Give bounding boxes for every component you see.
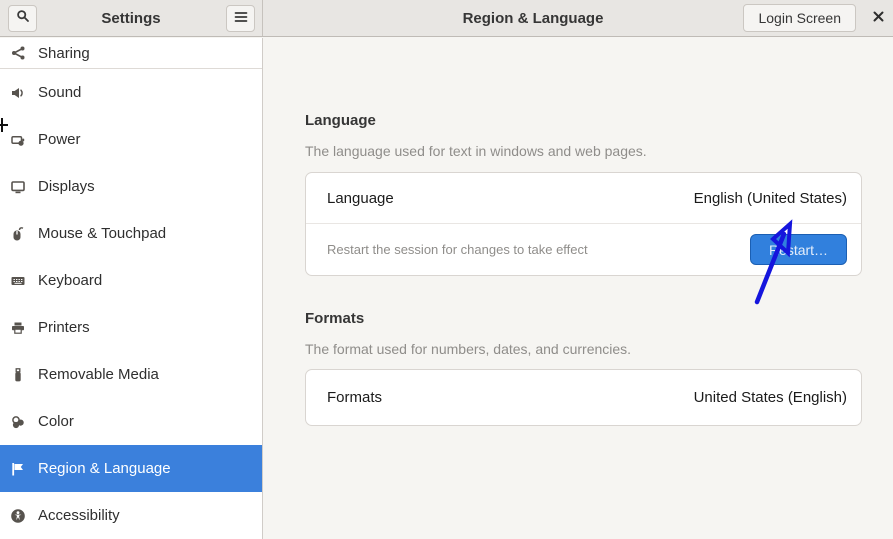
sidebar: Sharing Sound Power Displays Mouse & Tou… <box>0 38 263 539</box>
settings-window: Settings Region & Language Login Screen … <box>0 0 893 539</box>
sidebar-item-color[interactable]: Color <box>0 398 262 445</box>
flag-icon <box>10 461 26 477</box>
sidebar-item-mouse-touchpad[interactable]: Mouse & Touchpad <box>0 210 262 257</box>
sidebar-item-accessibility[interactable]: Accessibility <box>0 492 262 539</box>
restart-message: Restart the session for changes to take … <box>327 242 588 257</box>
restart-row: Restart the session for changes to take … <box>306 224 861 275</box>
sidebar-item-label: Color <box>38 413 74 430</box>
language-row-value: English (United States) <box>694 190 847 207</box>
sidebar-item-region-language[interactable]: Region & Language <box>0 445 262 492</box>
formats-row-value: United States (English) <box>694 389 847 406</box>
sidebar-item-label: Sharing <box>38 45 90 62</box>
window-title: Settings <box>101 0 160 36</box>
sidebar-item-displays[interactable]: Displays <box>0 163 262 210</box>
sidebar-item-label: Displays <box>38 178 95 195</box>
sidebar-item-removable-media[interactable]: Removable Media <box>0 351 262 398</box>
language-row-label: Language <box>327 190 394 207</box>
share-icon <box>10 45 26 61</box>
battery-icon <box>10 132 26 148</box>
panel-title: Region & Language <box>463 0 604 36</box>
menu-button[interactable] <box>226 5 255 32</box>
formats-row[interactable]: Formats United States (English) <box>306 370 861 425</box>
close-icon <box>872 10 885 28</box>
sidebar-item-keyboard[interactable]: Keyboard <box>0 257 262 304</box>
header-left: Settings <box>0 0 263 36</box>
color-circles-icon <box>10 414 26 430</box>
sidebar-item-printers[interactable]: Printers <box>0 304 262 351</box>
language-row[interactable]: Language English (United States) <box>306 173 861 224</box>
header-right: Region & Language Login Screen <box>263 0 893 36</box>
sidebar-item-sharing[interactable]: Sharing <box>0 38 262 69</box>
formats-section-title: Formats <box>305 310 364 327</box>
sidebar-item-label: Removable Media <box>38 366 159 383</box>
monitor-icon <box>10 179 26 195</box>
restart-button[interactable]: Restart… <box>750 234 847 265</box>
sidebar-item-label: Mouse & Touchpad <box>38 225 166 242</box>
keyboard-icon <box>10 273 26 289</box>
printer-icon <box>10 320 26 336</box>
sidebar-item-power[interactable]: Power <box>0 116 262 163</box>
formats-section-description: The format used for numbers, dates, and … <box>305 341 631 357</box>
sidebar-item-label: Power <box>38 131 81 148</box>
language-card: Language English (United States) Restart… <box>305 172 862 276</box>
hamburger-icon <box>234 10 248 28</box>
formats-row-label: Formats <box>327 389 382 406</box>
sidebar-item-sound[interactable]: Sound <box>0 69 262 116</box>
sidebar-item-label: Printers <box>38 319 90 336</box>
login-screen-button[interactable]: Login Screen <box>743 4 856 32</box>
language-section-title: Language <box>305 112 376 129</box>
search-icon <box>15 8 31 29</box>
mouse-icon <box>10 226 26 242</box>
login-screen-label: Login Screen <box>758 10 841 26</box>
header-bar: Settings Region & Language Login Screen <box>0 0 893 37</box>
speaker-icon <box>10 85 26 101</box>
sidebar-item-label: Region & Language <box>38 460 171 477</box>
usb-icon <box>10 367 26 383</box>
formats-card: Formats United States (English) <box>305 369 862 426</box>
close-button[interactable] <box>869 10 887 28</box>
accessibility-icon <box>10 508 26 524</box>
sidebar-item-label: Sound <box>38 84 81 101</box>
sidebar-item-label: Keyboard <box>38 272 102 289</box>
sidebar-item-label: Accessibility <box>38 507 120 524</box>
search-button[interactable] <box>8 5 37 32</box>
language-section-description: The language used for text in windows an… <box>305 143 647 159</box>
main-panel: Language The language used for text in w… <box>264 38 893 539</box>
